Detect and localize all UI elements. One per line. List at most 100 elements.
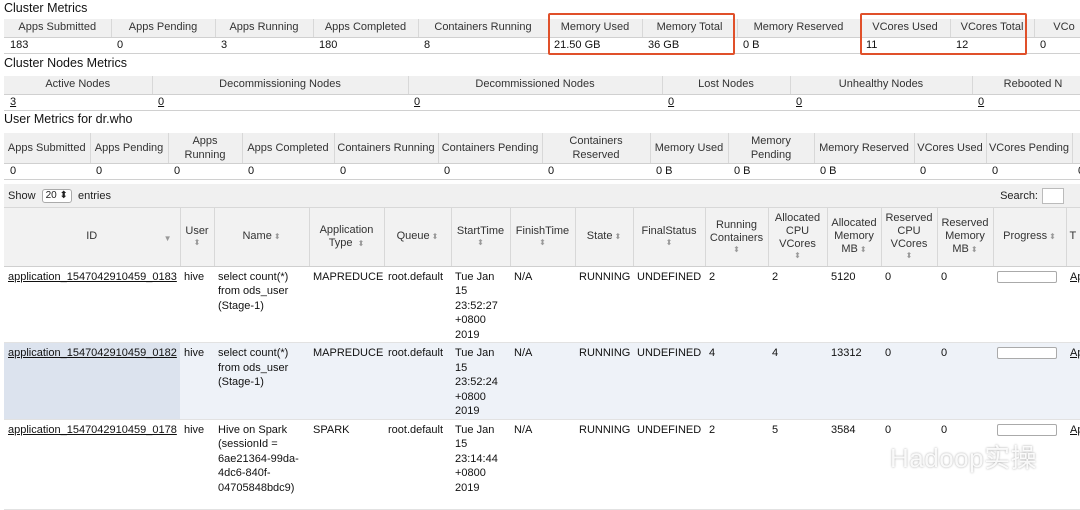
column-header-running-containers[interactable]: Running Containers ⬍ — [705, 208, 769, 267]
column-header-progress[interactable]: Progress ⬍ — [993, 208, 1067, 267]
column-header-finalstatus[interactable]: FinalStatus ⬍ — [633, 208, 706, 267]
cell-id[interactable]: application_1547042910459_0183 — [4, 266, 180, 343]
entries-select-value: 20 — [45, 190, 57, 202]
cell-user: hive — [180, 266, 214, 343]
cell-id[interactable]: application_1547042910459_0178 — [4, 419, 180, 510]
header-user-memory-reserved: Memory Reserved — [814, 133, 915, 164]
column-header-reserved-memory[interactable]: Reserved Memory MB ⬍ — [937, 208, 994, 267]
cell-running-containers: 2 — [705, 266, 768, 343]
user-metrics-table: Apps Submitted Apps Pending Apps Running… — [4, 133, 1080, 180]
header-user-apps-running: Apps Running — [168, 133, 243, 164]
cell-allocated-memory: 5120 — [827, 266, 881, 343]
tracking-ui-link[interactable]: Ap — [1070, 271, 1080, 283]
show-label: Show — [8, 190, 36, 202]
header-apps-running: Apps Running — [215, 19, 314, 38]
value-unhealthy-nodes[interactable]: 0 0 — [790, 94, 972, 111]
column-header-state[interactable]: State ⬍ — [575, 208, 634, 267]
column-header-queue[interactable]: Queue ⬍ — [384, 208, 452, 267]
active-nodes-link[interactable]: 3 — [10, 96, 16, 108]
value-memory-total: 36 GB — [642, 37, 737, 54]
header-lost-nodes: Lost Nodes — [662, 76, 791, 95]
search-label: Search: — [1000, 190, 1038, 202]
cell-finalstatus: UNDEFINED — [633, 266, 705, 343]
cell-finalstatus: UNDEFINED — [633, 342, 705, 420]
user-metrics-title: User Metrics for dr.who — [4, 112, 133, 126]
cell-progress — [993, 266, 1066, 343]
column-header-user-label: User — [185, 225, 209, 238]
value-decommissioning-nodes[interactable]: 0 — [152, 94, 408, 111]
cell-queue: root.default — [384, 342, 451, 420]
value-rebooted-nodes[interactable]: 0 — [972, 94, 1080, 111]
value-user-apps-pending: 0 — [90, 163, 168, 180]
value-user-apps-running: 0 — [168, 163, 242, 180]
column-header-queue-label: Queue — [396, 230, 430, 243]
header-apps-completed: Apps Completed — [313, 19, 419, 38]
value-user-vcores-used: 0 — [914, 163, 986, 180]
search-input[interactable] — [1042, 188, 1064, 205]
cell-starttime: Tue Jan 15 23:14:44 +0800 2019 — [451, 419, 510, 510]
cell-reserved-cpu: 0 — [881, 266, 937, 343]
cell-state: RUNNING — [575, 419, 633, 510]
header-vcores-reserved: VCo — [1034, 19, 1080, 38]
cell-tracking-ui[interactable]: Ap — [1066, 419, 1080, 510]
header-user-containers-pending: Containers Pending — [438, 133, 543, 164]
value-apps-running: 3 — [215, 37, 313, 54]
cell-state: RUNNING — [575, 342, 633, 420]
header-active-nodes: Active Nodes — [4, 76, 153, 95]
application-id-link[interactable]: application_1547042910459_0182 — [8, 347, 177, 359]
cell-tracking-ui[interactable]: Ap — [1066, 266, 1080, 343]
column-header-starttime[interactable]: StartTime ⬍ — [451, 208, 511, 267]
value-decommissioned-nodes[interactable]: 0 — [408, 94, 662, 111]
application-id-link[interactable]: application_1547042910459_0178 — [8, 424, 177, 436]
column-header-user[interactable]: User ⬍ — [180, 208, 215, 267]
application-id-link[interactable]: application_1547042910459_0183 — [8, 271, 177, 283]
column-header-finishtime-label: FinishTime — [515, 225, 570, 238]
header-decommissioning-nodes: Decommissioning Nodes — [152, 76, 409, 95]
column-header-allocated-cpu[interactable]: Allocated CPU VCores ⬍ — [768, 208, 828, 267]
cell-finishtime: N/A — [510, 342, 575, 420]
cell-tracking-ui[interactable]: Ap — [1066, 342, 1080, 420]
column-header-id[interactable]: ID ▼ — [4, 208, 181, 267]
header-decommissioned-nodes: Decommissioned Nodes — [408, 76, 663, 95]
column-header-reserved-cpu[interactable]: Reserved CPU VCores ⬍ — [881, 208, 938, 267]
rebooted-nodes-link[interactable]: 0 — [978, 96, 984, 108]
decommissioning-nodes-link[interactable]: 0 — [158, 96, 164, 108]
value-user-containers-running: 0 — [334, 163, 438, 180]
column-header-allocated-memory[interactable]: Allocated Memory MB ⬍ — [827, 208, 882, 267]
column-header-reserved-memory-label: Reserved Memory MB — [941, 217, 989, 256]
column-header-name[interactable]: Name ⬍ — [214, 208, 310, 267]
cell-reserved-memory: 0 — [937, 342, 993, 420]
column-header-id-label: ID — [86, 230, 98, 243]
header-user-apps-pending: Apps Pending — [90, 133, 169, 164]
sort-icon: ⬍ — [273, 232, 281, 242]
sort-icon: ⬍ — [905, 251, 913, 261]
sort-desc-icon: ▼ — [163, 234, 172, 243]
value-vcores-used: 11 — [860, 37, 950, 54]
column-header-application-type[interactable]: Application Type ⬍ — [309, 208, 385, 267]
cell-reserved-cpu: 0 — [881, 342, 937, 420]
tracking-ui-link[interactable]: Ap — [1070, 424, 1080, 436]
cell-user: hive — [180, 419, 214, 510]
lost-nodes-link[interactable]: 0 — [668, 96, 674, 108]
column-header-tracking-ui-label: T — [1069, 230, 1077, 243]
column-header-allocated-cpu-label: Allocated CPU VCores — [774, 212, 821, 251]
value-lost-nodes[interactable]: 0 — [662, 94, 790, 111]
cell-allocated-cpu: 2 — [768, 266, 827, 343]
sort-icon: ⬍ — [970, 245, 978, 255]
cluster-metrics-table: Apps Submitted Apps Pending Apps Running… — [4, 19, 1080, 54]
header-vcores-total: VCores Total — [950, 19, 1035, 38]
sort-icon: ⬍ — [357, 238, 365, 248]
cell-queue: root.default — [384, 419, 451, 510]
tracking-ui-link[interactable]: Ap — [1070, 347, 1080, 359]
entries-select[interactable]: 20 ⬍ — [41, 189, 72, 204]
cell-state: RUNNING — [575, 266, 633, 343]
cell-id[interactable]: application_1547042910459_0182 — [4, 342, 180, 420]
column-header-tracking-ui[interactable]: T — [1066, 208, 1080, 267]
decommissioned-nodes-link[interactable]: 0 — [414, 96, 420, 108]
header-user-apps-completed: Apps Completed — [242, 133, 335, 164]
column-header-finishtime[interactable]: FinishTime ⬍ — [510, 208, 576, 267]
value-memory-reserved: 0 B — [737, 37, 860, 54]
value-active-nodes[interactable]: 3 — [4, 94, 152, 111]
table-row: application_1547042910459_0183 hive sele… — [4, 266, 1080, 343]
unhealthy-nodes-link[interactable]: 0 — [796, 96, 802, 108]
